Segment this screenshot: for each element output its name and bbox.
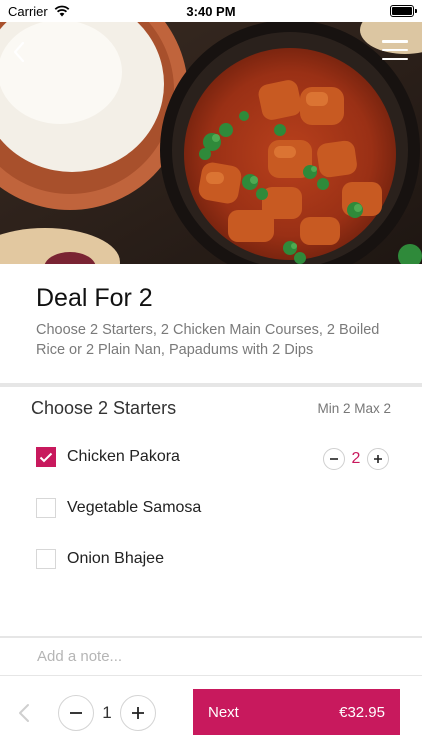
note-container bbox=[0, 636, 422, 676]
decrease-button[interactable] bbox=[323, 448, 345, 470]
option-chicken-pakora[interactable]: Chicken Pakora bbox=[36, 445, 180, 469]
checkbox-unchecked[interactable] bbox=[36, 498, 56, 518]
section-title: Choose 2 Starters bbox=[31, 398, 177, 418]
decrease-quantity-button[interactable] bbox=[58, 695, 94, 731]
chevron-left-icon[interactable] bbox=[16, 702, 32, 724]
note-input[interactable] bbox=[0, 638, 422, 675]
back-chevron-icon[interactable] bbox=[8, 38, 30, 66]
plus-icon bbox=[132, 707, 144, 719]
option-vegetable-samosa[interactable]: Vegetable Samosa bbox=[36, 496, 201, 520]
increase-quantity-button[interactable] bbox=[120, 695, 156, 731]
option-label: Onion Bhajee bbox=[67, 550, 164, 567]
option-label: Chicken Pakora bbox=[67, 448, 180, 465]
quantity-value: 1 bbox=[102, 703, 112, 722]
plus-icon bbox=[374, 455, 382, 463]
carrier-label: Carrier bbox=[8, 3, 48, 19]
minus-icon bbox=[70, 712, 82, 714]
deal-description: Choose 2 Starters, 2 Chicken Main Course… bbox=[36, 322, 380, 358]
menu-icon[interactable] bbox=[382, 40, 408, 60]
total-price: €32.95 bbox=[339, 703, 385, 721]
section-divider bbox=[0, 383, 422, 387]
next-label: Next bbox=[208, 703, 239, 721]
option-onion-bhajee[interactable]: Onion Bhajee bbox=[36, 547, 164, 571]
deal-title: Deal For 2 bbox=[36, 284, 153, 312]
increase-button[interactable] bbox=[367, 448, 389, 470]
hero-image bbox=[0, 22, 422, 264]
option-quantity: 2 bbox=[351, 450, 361, 467]
checkbox-checked[interactable] bbox=[36, 447, 56, 467]
footer-bar: 1 Next €32.95 bbox=[0, 676, 422, 750]
battery-icon bbox=[390, 5, 417, 17]
quantity-stepper: 1 bbox=[58, 695, 156, 731]
status-bar: Carrier 3:40 PM bbox=[0, 0, 422, 22]
checkbox-unchecked[interactable] bbox=[36, 549, 56, 569]
option-quantity-stepper: 2 bbox=[323, 448, 389, 470]
option-label: Vegetable Samosa bbox=[67, 499, 202, 516]
next-button[interactable]: Next €32.95 bbox=[193, 689, 400, 735]
status-left: Carrier bbox=[8, 4, 70, 19]
minus-icon bbox=[330, 458, 338, 460]
section-limit: Min 2 Max 2 bbox=[317, 401, 391, 416]
food-photo bbox=[0, 22, 422, 264]
checkmark-icon bbox=[39, 452, 53, 462]
wifi-icon bbox=[54, 5, 70, 17]
